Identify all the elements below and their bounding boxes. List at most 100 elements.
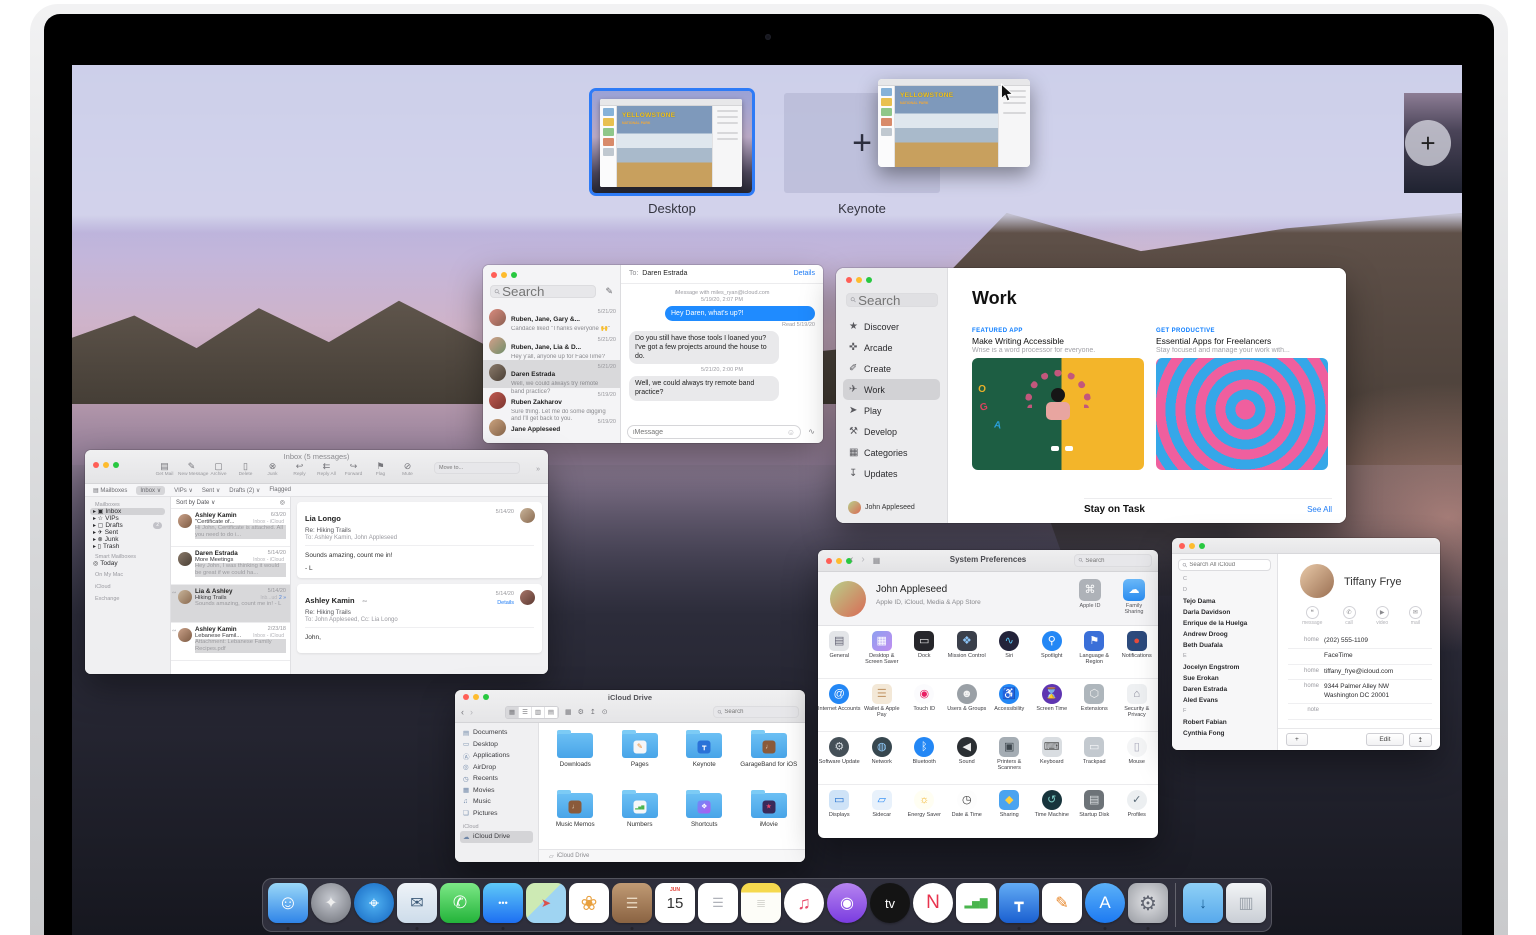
show-all-icon[interactable]: ▦	[873, 554, 881, 565]
contact-field-row[interactable]: home tiffany_frye@icloud.com	[1288, 665, 1432, 680]
contact-list-item[interactable]: Robert Fabian	[1178, 717, 1271, 728]
message-input[interactable]	[633, 429, 787, 436]
forward-button[interactable]: ›	[470, 707, 473, 717]
close-button[interactable]	[93, 462, 99, 468]
conversation-list-item[interactable]: Jane Appleseed 5/19/20	[483, 415, 620, 443]
message-card[interactable]: Ashley Kamin ∾ 5/14/20 Details Re: Hikin…	[297, 584, 542, 653]
pref-pane-item[interactable]: ◉ Touch ID	[903, 679, 946, 731]
favorites-bar-item[interactable]: ▤ Mailboxes	[93, 487, 127, 494]
sidebar-item-icloud-drive[interactable]: ☁ iCloud Drive	[460, 831, 533, 843]
dock-app-icon[interactable]: tv	[870, 883, 910, 923]
pref-pane-item[interactable]: ♿ Accessibility	[988, 679, 1031, 731]
pref-pane-item[interactable]: ▦ Desktop & Screen Saver	[861, 626, 904, 678]
mailbox-sidebar-row[interactable]: ▸ ▣ Inbox	[90, 508, 165, 515]
audio-message-icon[interactable]: ∿	[808, 427, 815, 436]
pref-pane-item[interactable]: ◷ Date & Time	[946, 785, 989, 838]
minimize-button[interactable]	[103, 462, 109, 468]
favorites-bar-item[interactable]: VIPs ∨	[174, 487, 193, 494]
pref-pane-item[interactable]: ☼ Energy Saver	[903, 785, 946, 838]
dock-app-icon[interactable]: ┳	[999, 883, 1039, 923]
finder-sidebar-item[interactable]: ◷ Recents	[460, 773, 533, 785]
featured-card[interactable]: FEATURED APP Make Writing Accessible Wri…	[972, 328, 1144, 470]
zoom-button[interactable]	[511, 272, 517, 278]
toolbar-button[interactable]: ⊗ Junk	[259, 461, 286, 477]
contact-list-item[interactable]: E	[1178, 651, 1271, 662]
contact-list-item[interactable]: Beth Duafala	[1178, 640, 1271, 651]
contact-field-row[interactable]: note	[1288, 704, 1432, 719]
dragged-keynote-window-thumbnail[interactable]: YELLOWSTONE NATIONAL PARK	[878, 79, 1030, 167]
mail-window[interactable]: Inbox (5 messages) ▤ Get Mail ✎ New	[85, 450, 548, 674]
pref-pane-item[interactable]: ◍ Network	[861, 732, 904, 784]
pref-pane-item[interactable]: ✓ Profiles	[1116, 785, 1159, 838]
message-card[interactable]: Lia Longo 5/14/20 Re: Hiking Trails To: …	[297, 502, 542, 578]
contacts-search-field[interactable]: ⚲	[1178, 559, 1271, 571]
mailbox-sidebar-row[interactable]: ▸ ▢ Drafts 2	[90, 522, 165, 529]
mailbox-sidebar-row[interactable]: ▸ ⊗ Junk	[90, 536, 165, 543]
pref-pane-item[interactable]: ⬡ Extensions	[1073, 679, 1116, 731]
pref-pane-item[interactable]: ❖ Mission Control	[946, 626, 989, 678]
toolbar-overflow-icon[interactable]: »	[536, 466, 540, 473]
column-view-icon[interactable]: ▥	[532, 707, 545, 718]
dock-app-icon[interactable]: ⚙	[1128, 883, 1168, 923]
toolbar-button[interactable]: ↪ Forward	[340, 461, 367, 477]
contacts-titlebar[interactable]	[1172, 538, 1440, 554]
share-button[interactable]: ↥	[1409, 733, 1432, 747]
folder-item[interactable]: Downloads	[543, 729, 608, 789]
pref-pane-item[interactable]: ☰ Wallet & Apple Pay	[861, 679, 904, 731]
window-controls[interactable]	[1179, 543, 1209, 549]
header-pref-item[interactable]: ☁ Family Sharing	[1116, 579, 1152, 616]
productive-card[interactable]: GET PRODUCTIVE Essential Apps for Freela…	[1156, 328, 1328, 470]
filter-icon[interactable]: ◎	[280, 499, 285, 506]
mailbox-sidebar-row[interactable]: Exchange	[90, 596, 165, 602]
pref-pane-item[interactable]: ⌨ Keyboard	[1031, 732, 1074, 784]
app-store-search-field[interactable]: ⚲	[846, 293, 938, 307]
space-label-desktop[interactable]: Desktop	[592, 201, 752, 216]
pref-pane-item[interactable]: @ Internet Accounts	[818, 679, 861, 731]
finder-sidebar-item[interactable]: ◎ AirDrop	[460, 762, 533, 774]
contact-field-row[interactable]: home (202) 555-1109	[1288, 634, 1432, 649]
back-button[interactable]: ‹	[850, 554, 853, 565]
favorites-bar-item[interactable]: Flagged	[269, 487, 291, 493]
finder-window[interactable]: iCloud Drive ‹ › ▦ ☰ ▥ ▤ ▦ ⚙ ↥ ⊙ ⚲	[455, 690, 805, 862]
add-desktop-button[interactable]: +	[1405, 120, 1451, 166]
mail-list-row[interactable]: ∾ Ashley Kamin 2/23/18 Lebanese Famil...…	[171, 623, 290, 661]
favorites-bar-item[interactable]: Inbox ∨	[136, 486, 165, 495]
pref-pane-item[interactable]: ⚑ Language & Region	[1073, 626, 1116, 678]
close-button[interactable]	[826, 558, 832, 564]
minimize-button[interactable]	[501, 272, 507, 278]
search-input[interactable]	[1189, 562, 1266, 568]
sidebar-item[interactable]: ↧ Updates	[843, 463, 940, 484]
dock-app-icon[interactable]: ♫	[784, 883, 824, 923]
mailbox-sidebar-row[interactable]: ◎ Today	[90, 560, 165, 567]
toolbar-button[interactable]: ⊘ Mute	[394, 461, 421, 477]
search-input[interactable]	[858, 293, 933, 308]
dock-app-icon[interactable]: ☰	[612, 883, 652, 923]
dock-tray-icon[interactable]: ↓	[1183, 883, 1223, 923]
pref-pane-item[interactable]: ◀ Sound	[946, 732, 989, 784]
conversation-list-item[interactable]: Ruben, Jane, Lia & D... 5/21/20 Hey y'al…	[483, 333, 620, 361]
sidebar-item[interactable]: ✐ Create	[843, 358, 940, 379]
dock-app-icon[interactable]: ✆	[440, 883, 480, 923]
sidebar-item[interactable]: ✈ Work	[843, 379, 940, 400]
dock-app-icon[interactable]: ✦	[311, 883, 351, 923]
folder-item[interactable]: ✎ Pages	[608, 729, 673, 789]
contact-list-item[interactable]: D	[1178, 585, 1271, 596]
dock-app-icon[interactable]: N	[913, 883, 953, 923]
finder-sidebar-item[interactable]: ▦ Movies	[460, 785, 533, 797]
zoom-button[interactable]	[113, 462, 119, 468]
folder-item[interactable]: ♩ GarageBand for iOS	[737, 729, 802, 789]
finder-sidebar-item[interactable]: ❏ Pictures	[460, 808, 533, 820]
move-to-input[interactable]	[439, 465, 515, 471]
sidebar-item[interactable]: ✜ Arcade	[843, 337, 940, 358]
finder-sidebar-item[interactable]: ▤ Documents	[460, 727, 533, 739]
icon-view-icon[interactable]: ▦	[506, 707, 519, 718]
toolbar-button[interactable]: ⇇ Reply All	[313, 461, 340, 477]
pref-pane-item[interactable]: ● Notifications	[1116, 626, 1159, 678]
contact-list-item[interactable]: C	[1178, 574, 1271, 585]
contacts-window[interactable]: ⚲ C D Tejo Dama Darla Davidson Enrique d…	[1172, 538, 1440, 750]
dock-app-icon[interactable]: ☰	[698, 883, 738, 923]
sidebar-item[interactable]: ➤ Play	[843, 400, 940, 421]
zoom-button[interactable]	[1199, 543, 1205, 549]
dock-app-icon[interactable]: A	[1085, 883, 1125, 923]
pref-pane-item[interactable]: ⚲ Spotlight	[1031, 626, 1074, 678]
